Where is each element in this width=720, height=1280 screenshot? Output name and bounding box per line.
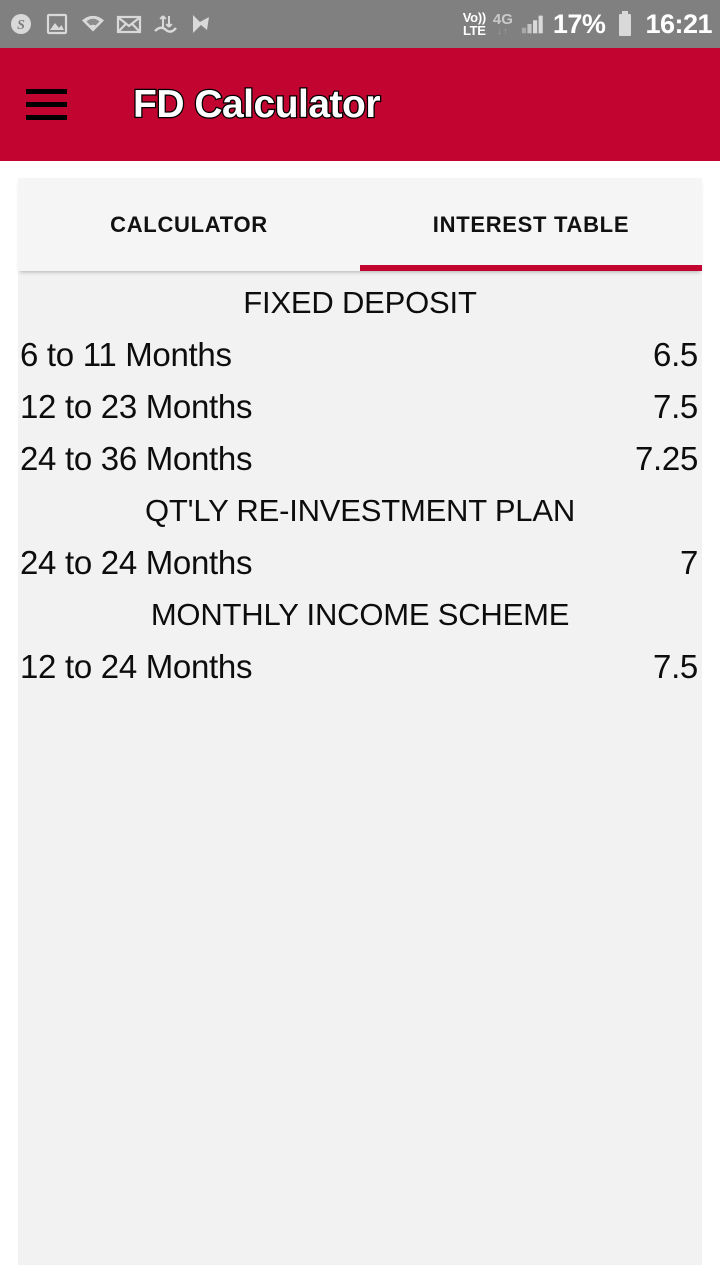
rate-term: 12 to 23 Months xyxy=(20,388,253,425)
tab-bar: CALCULATOR INTEREST TABLE xyxy=(18,178,702,271)
checkmark-flag-icon xyxy=(188,11,214,37)
section-header: MONTHLY INCOME SCHEME xyxy=(150,597,570,632)
signal-bars-icon xyxy=(520,11,546,37)
rate-term: 6 to 11 Months xyxy=(20,336,232,373)
skype-icon: S xyxy=(8,11,34,37)
svg-text:S: S xyxy=(17,18,25,33)
rate-value: 7.5 xyxy=(653,648,698,685)
table-row: 6 to 11 Months 6.5 xyxy=(18,329,702,381)
page-title: FD Calculator xyxy=(132,81,382,127)
app-bar: FD Calculator xyxy=(0,48,720,161)
network-arrows-icon: ↓↑ xyxy=(496,25,509,37)
interest-table: FIXED DEPOSIT 6 to 11 Months 6.5 12 to 2… xyxy=(18,271,702,693)
section-header: QT'LY RE-INVESTMENT PLAN xyxy=(144,493,576,528)
tab-calculator-label: CALCULATOR xyxy=(110,211,268,237)
rate-value: 7.25 xyxy=(634,440,698,477)
table-row: 12 to 24 Months 7.5 xyxy=(18,641,702,693)
clock-label: 16:21 xyxy=(645,8,712,39)
hamburger-menu-icon[interactable] xyxy=(26,84,82,126)
battery-percent-label: 17% xyxy=(552,8,606,39)
hamburger-bar-2 xyxy=(26,102,67,107)
section-header: FIXED DEPOSIT xyxy=(243,285,477,320)
wifi-icon xyxy=(80,11,106,37)
table-row: 24 to 36 Months 7.25 xyxy=(18,433,702,485)
rate-term: 24 to 24 Months xyxy=(20,544,253,581)
network-type-indicator: 4G ↓↑ xyxy=(492,10,513,37)
rate-value: 7.5 xyxy=(653,388,698,425)
status-bar-left-icons: S xyxy=(8,11,214,37)
content-card: CALCULATOR INTEREST TABLE FIXED DEPOSIT … xyxy=(18,178,702,1265)
data-transfer-icon xyxy=(152,11,178,37)
hamburger-bar-1 xyxy=(26,89,67,94)
tab-calculator[interactable]: CALCULATOR xyxy=(18,178,360,271)
status-bar: S Vo)) LTE 4G ↓↑ 17% 16:21 xyxy=(0,0,720,48)
hamburger-bar-3 xyxy=(26,115,67,120)
rate-value: 7 xyxy=(679,544,698,581)
rate-term: 12 to 24 Months xyxy=(20,648,253,685)
table-row: 12 to 23 Months 7.5 xyxy=(18,381,702,433)
tab-interest-table-label: INTEREST TABLE xyxy=(432,211,630,237)
rate-term: 24 to 36 Months xyxy=(20,440,253,477)
gallery-image-icon xyxy=(44,11,70,37)
table-row: 24 to 24 Months 7 xyxy=(18,537,702,589)
volte-indicator: Vo)) LTE xyxy=(462,10,486,38)
battery-icon xyxy=(612,11,638,37)
mail-icon xyxy=(116,11,142,37)
rate-value: 6.5 xyxy=(653,336,698,373)
tab-interest-table[interactable]: INTEREST TABLE xyxy=(360,178,702,271)
status-bar-right-indicators: Vo)) LTE 4G ↓↑ 17% 16:21 xyxy=(462,8,713,40)
